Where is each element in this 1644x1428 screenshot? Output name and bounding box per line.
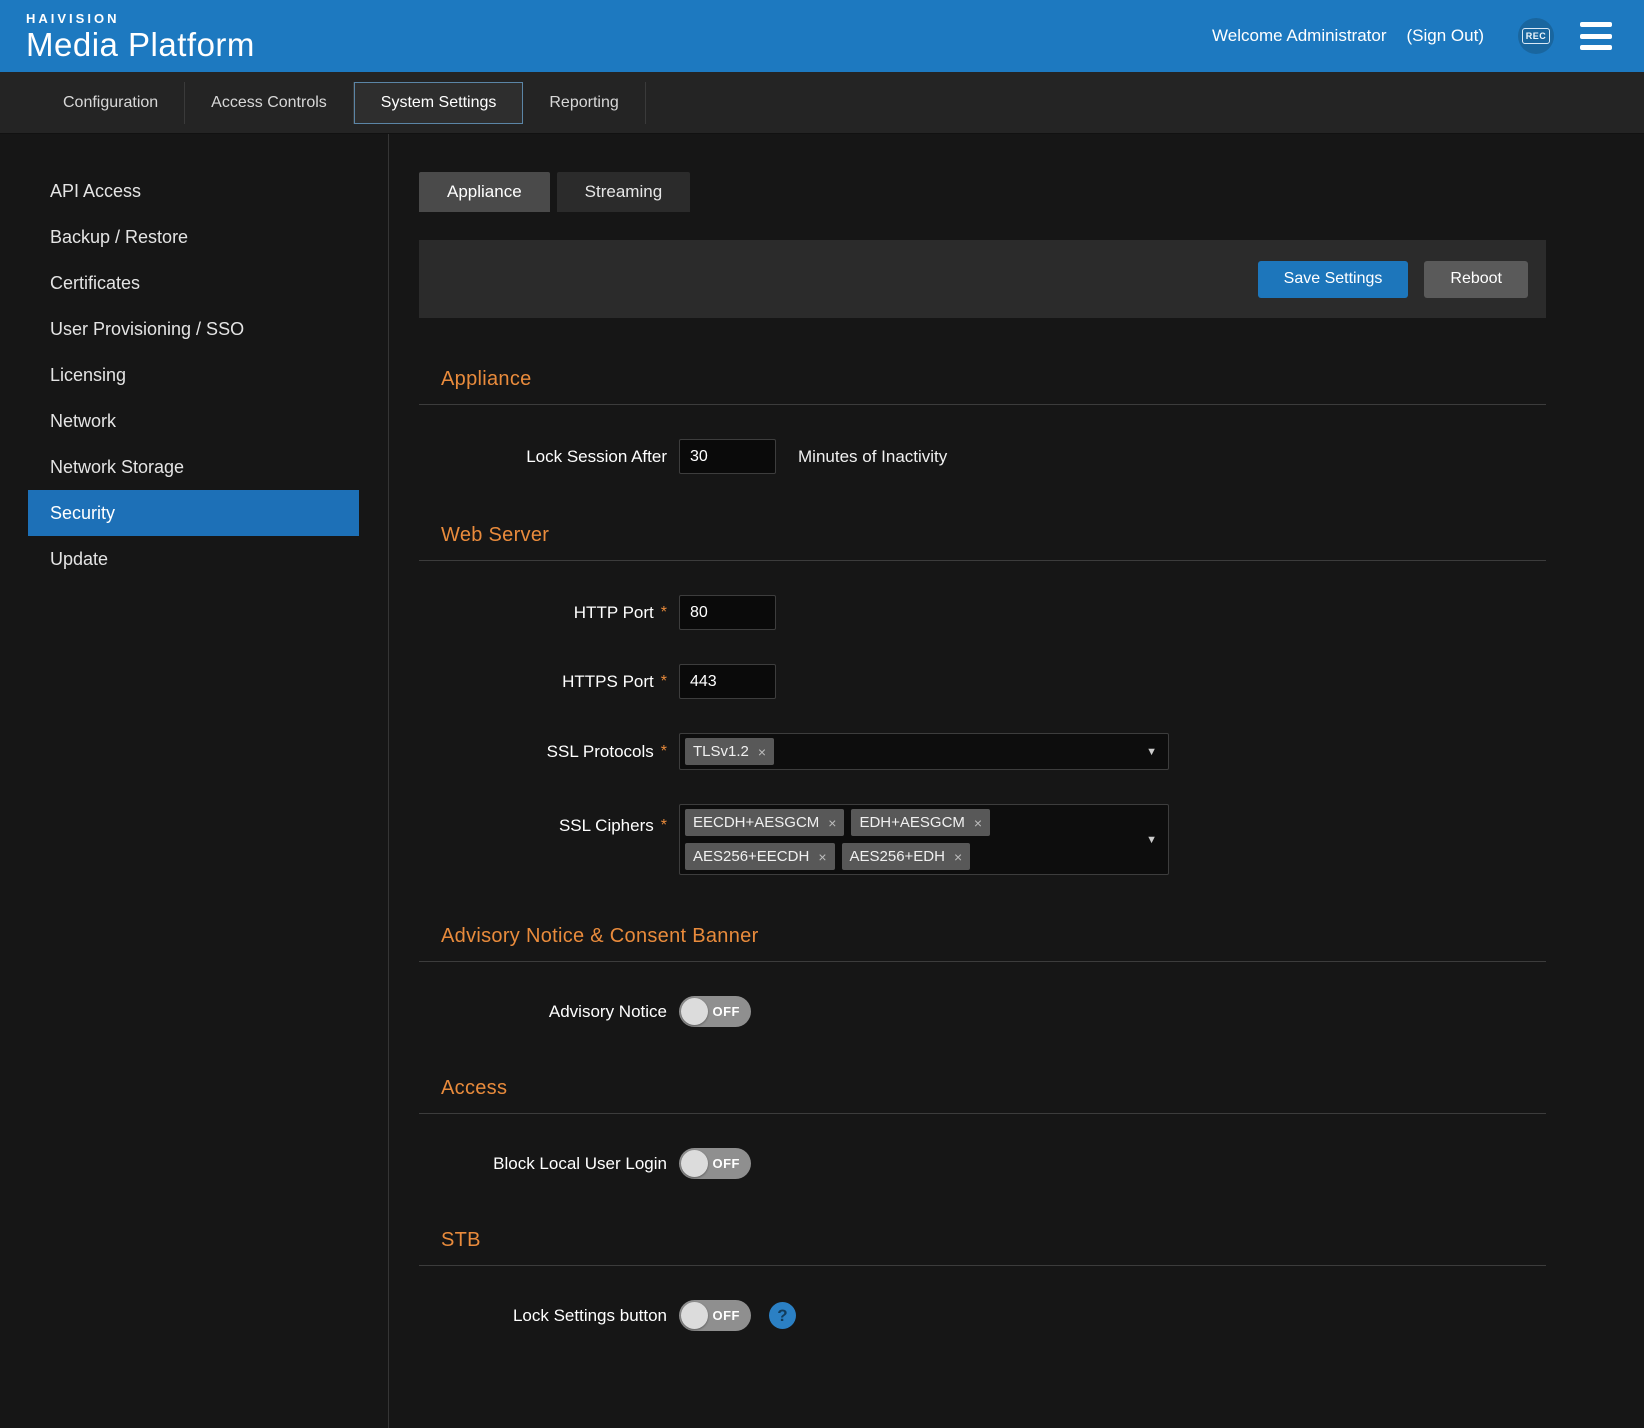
field-lock-settings-button: Lock Settings button OFF ? xyxy=(419,1300,1546,1331)
nav-item-configuration[interactable]: Configuration xyxy=(36,82,185,124)
ssl-protocol-tag-label: TLSv1.2 xyxy=(693,743,749,760)
lock-session-after-label: Lock Session After xyxy=(526,447,667,467)
save-settings-button[interactable]: Save Settings xyxy=(1258,261,1409,298)
ssl-cipher-tag: AES256+EECDH × xyxy=(685,843,835,870)
nav-item-reporting[interactable]: Reporting xyxy=(523,82,645,124)
ssl-cipher-tag-label: EDH+AESGCM xyxy=(859,814,964,831)
sidebar-item-certificates[interactable]: Certificates xyxy=(28,260,359,306)
nav-item-access-controls[interactable]: Access Controls xyxy=(185,82,354,124)
section-heading-advisory-notice: Advisory Notice & Consent Banner xyxy=(441,925,1546,948)
ssl-cipher-tag: EDH+AESGCM × xyxy=(851,809,990,836)
lock-settings-button-label: Lock Settings button xyxy=(513,1306,667,1326)
field-http-port: HTTP Port * xyxy=(419,595,1546,630)
brand-top-text: HAIVISION xyxy=(26,12,255,25)
sidebar-item-user-provisioning-sso[interactable]: User Provisioning / SSO xyxy=(28,306,359,352)
sidebar-item-licensing[interactable]: Licensing xyxy=(28,352,359,398)
required-icon: * xyxy=(661,604,667,622)
advisory-notice-label: Advisory Notice xyxy=(549,1002,667,1022)
settings-sidebar: API Access Backup / Restore Certificates… xyxy=(0,134,389,1428)
hamburger-menu-icon[interactable] xyxy=(1574,19,1618,53)
ssl-cipher-tag: AES256+EDH × xyxy=(842,843,971,870)
required-icon: * xyxy=(661,743,667,761)
sidebar-item-network-storage[interactable]: Network Storage xyxy=(28,444,359,490)
sidebar-item-security[interactable]: Security xyxy=(28,490,359,536)
sign-out-link[interactable]: (Sign Out) xyxy=(1407,26,1484,46)
sidebar-item-backup-restore[interactable]: Backup / Restore xyxy=(28,214,359,260)
chevron-down-icon[interactable]: ▼ xyxy=(1146,746,1157,758)
tab-streaming[interactable]: Streaming xyxy=(557,172,690,212)
remove-tag-icon[interactable]: × xyxy=(818,849,826,865)
http-port-input[interactable] xyxy=(679,595,776,630)
ssl-protocols-label: SSL Protocols xyxy=(547,742,654,762)
sidebar-item-api-access[interactable]: API Access xyxy=(28,168,359,214)
lock-session-after-input[interactable] xyxy=(679,439,776,474)
help-icon[interactable]: ? xyxy=(769,1302,796,1329)
section-heading-access: Access xyxy=(441,1077,1546,1100)
field-https-port: HTTPS Port * xyxy=(419,664,1546,699)
section-heading-appliance: Appliance xyxy=(441,368,1546,391)
toggle-state-label: OFF xyxy=(713,1156,741,1171)
toggle-knob xyxy=(681,998,708,1025)
content-tabs: Appliance Streaming xyxy=(419,172,1546,212)
sidebar-item-update[interactable]: Update xyxy=(28,536,359,582)
rec-badge[interactable]: REC xyxy=(1518,18,1554,54)
field-ssl-ciphers: SSL Ciphers * EECDH+AESGCM × EDH+AESGCM … xyxy=(419,804,1546,875)
advisory-notice-toggle[interactable]: OFF xyxy=(679,996,751,1027)
required-icon: * xyxy=(661,817,667,835)
ssl-ciphers-label: SSL Ciphers xyxy=(559,816,654,836)
remove-tag-icon[interactable]: × xyxy=(954,849,962,865)
ssl-ciphers-select[interactable]: EECDH+AESGCM × EDH+AESGCM × AES256+EECDH… xyxy=(679,804,1169,875)
section-stb: STB Lock Settings button OFF ? xyxy=(419,1229,1546,1331)
ssl-protocols-select[interactable]: TLSv1.2 × ▼ xyxy=(679,733,1169,770)
tab-appliance[interactable]: Appliance xyxy=(419,172,550,212)
toggle-state-label: OFF xyxy=(713,1308,741,1323)
block-local-user-login-toggle[interactable]: OFF xyxy=(679,1148,751,1179)
section-heading-web-server: Web Server xyxy=(441,524,1546,547)
reboot-button[interactable]: Reboot xyxy=(1424,261,1528,298)
https-port-input[interactable] xyxy=(679,664,776,699)
nav-item-system-settings[interactable]: System Settings xyxy=(354,82,524,124)
ssl-protocol-tag: TLSv1.2 × xyxy=(685,738,774,765)
top-navigation: Configuration Access Controls System Set… xyxy=(0,72,1644,134)
lock-session-after-suffix: Minutes of Inactivity xyxy=(798,447,947,467)
action-toolbar: Save Settings Reboot xyxy=(419,240,1546,318)
remove-tag-icon[interactable]: × xyxy=(974,815,982,831)
field-advisory-notice: Advisory Notice OFF xyxy=(419,996,1546,1027)
section-access: Access Block Local User Login OFF xyxy=(419,1077,1546,1179)
ssl-cipher-tag-label: EECDH+AESGCM xyxy=(693,814,819,831)
remove-tag-icon[interactable]: × xyxy=(758,744,766,760)
section-heading-stb: STB xyxy=(441,1229,1546,1252)
section-advisory-notice: Advisory Notice & Consent Banner Advisor… xyxy=(419,925,1546,1027)
welcome-text: Welcome Administrator xyxy=(1212,26,1386,46)
field-lock-session-after: Lock Session After Minutes of Inactivity xyxy=(419,439,1546,474)
app-header: HAIVISION Media Platform Welcome Adminis… xyxy=(0,0,1644,72)
chevron-down-icon[interactable]: ▼ xyxy=(1146,834,1157,846)
ssl-cipher-tag: EECDH+AESGCM × xyxy=(685,809,844,836)
toggle-state-label: OFF xyxy=(713,1004,741,1019)
ssl-cipher-tag-label: AES256+EECDH xyxy=(693,848,809,865)
brand-bottom-text: Media Platform xyxy=(26,28,255,61)
block-local-user-login-label: Block Local User Login xyxy=(493,1154,667,1174)
ssl-cipher-tag-label: AES256+EDH xyxy=(850,848,945,865)
section-web-server: Web Server HTTP Port * HTTPS Port * xyxy=(419,524,1546,875)
field-block-local-user-login: Block Local User Login OFF xyxy=(419,1148,1546,1179)
https-port-label: HTTPS Port xyxy=(562,672,654,692)
remove-tag-icon[interactable]: × xyxy=(828,815,836,831)
sidebar-item-network[interactable]: Network xyxy=(28,398,359,444)
rec-badge-label: REC xyxy=(1522,28,1551,44)
required-icon: * xyxy=(661,673,667,691)
toggle-knob xyxy=(681,1150,708,1177)
lock-settings-button-toggle[interactable]: OFF xyxy=(679,1300,751,1331)
brand-logo: HAIVISION Media Platform xyxy=(26,12,255,61)
field-ssl-protocols: SSL Protocols * TLSv1.2 × ▼ xyxy=(419,733,1546,770)
toggle-knob xyxy=(681,1302,708,1329)
main-content: Appliance Streaming Save Settings Reboot… xyxy=(389,134,1644,1428)
http-port-label: HTTP Port xyxy=(574,603,654,623)
section-appliance: Appliance Lock Session After Minutes of … xyxy=(419,368,1546,474)
